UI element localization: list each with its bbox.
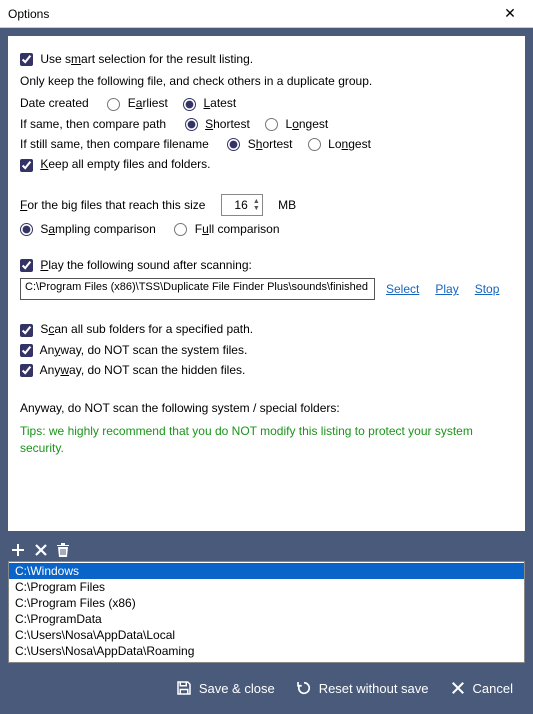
keep-empty-checkbox-label[interactable]: Keep all empty files and folders. [20,157,210,171]
options-panel: Use smart selection for the result listi… [8,36,525,531]
close-icon[interactable]: ✕ [495,5,525,22]
date-earliest-radio-label[interactable]: Earliest [107,96,167,110]
reset-button[interactable]: Reset without save [289,675,435,701]
scan-hid-checkbox[interactable] [20,364,33,377]
list-item[interactable]: C:\ProgramData [9,611,524,627]
scan-sub-checkbox[interactable] [20,324,33,337]
date-created-row: Date created Earliest Latest [20,96,513,110]
fname-longest-radio[interactable] [308,138,321,151]
stop-sound-link[interactable]: Stop [475,282,500,296]
fname-shortest-radio[interactable] [227,138,240,151]
cancel-button[interactable]: Cancel [443,675,519,701]
path-longest-radio[interactable] [265,118,278,131]
save-icon [175,679,193,697]
path-shortest-radio[interactable] [185,118,198,131]
save-close-button[interactable]: Save & close [169,675,281,701]
title-bar: Options ✕ [0,0,533,28]
list-item[interactable]: C:\Windows [9,563,524,579]
reset-icon [295,679,313,697]
date-latest-radio[interactable] [183,98,196,111]
sampling-radio[interactable] [20,223,33,236]
play-sound-row: Play the following sound after scanning: [20,258,513,272]
fname-shortest-radio-label[interactable]: Shortest [227,137,292,151]
date-earliest-radio[interactable] [107,98,120,111]
big-file-label: For the big files that reach this size [20,198,205,212]
select-sound-link[interactable]: Select [386,282,419,296]
filename-label: If still same, then compare filename [20,137,209,151]
exclude-toolbar [0,539,533,561]
scan-sys-checkbox-label[interactable]: Anyway, do NOT scan the system files. [20,343,247,357]
scan-sys-row: Anyway, do NOT scan the system files. [20,343,513,357]
list-item[interactable]: C:\Users\Nosa\AppData\Local [9,627,524,643]
comparison-row: Sampling comparison Full comparison [20,222,513,236]
keep-desc: Only keep the following file, and check … [20,74,513,88]
list-item[interactable]: C:\Program Files [9,579,524,595]
spinner-icon[interactable]: ▲▼ [253,198,260,212]
big-file-row: For the big files that reach this size ▲… [20,194,513,216]
scan-hid-row: Anyway, do NOT scan the hidden files. [20,363,513,377]
cancel-icon [449,679,467,697]
play-sound-link[interactable]: Play [435,282,458,296]
scan-sys-checkbox[interactable] [20,344,33,357]
play-sound-checkbox-label[interactable]: Play the following sound after scanning: [20,258,252,272]
keep-empty-checkbox[interactable] [20,159,33,172]
date-latest-radio-label[interactable]: Latest [183,96,236,110]
fname-longest-radio-label[interactable]: Longest [308,137,371,151]
play-sound-checkbox[interactable] [20,259,33,272]
window-title: Options [8,7,49,21]
smart-selection-checkbox-label[interactable]: Use smart selection for the result listi… [20,52,253,66]
scan-hid-checkbox-label[interactable]: Anyway, do NOT scan the hidden files. [20,363,245,377]
big-file-size-field[interactable] [224,198,248,212]
sampling-radio-label[interactable]: Sampling comparison [20,222,156,236]
sound-path-row: C:\Program Files (x86)\TSS\Duplicate Fil… [20,278,513,300]
scan-sub-checkbox-label[interactable]: Scan all sub folders for a specified pat… [20,322,253,336]
scan-sub-row: Scan all sub folders for a specified pat… [20,322,513,336]
remove-icon[interactable] [34,543,48,557]
list-item[interactable]: C:\Program Files (x86) [9,595,524,611]
keep-empty-row: Keep all empty files and folders. [20,157,513,171]
exclude-tip: Tips: we highly recommend that you do NO… [20,423,513,457]
path-shortest-radio-label[interactable]: Shortest [185,117,250,131]
full-radio-label[interactable]: Full comparison [174,222,279,236]
footer: Save & close Reset without save Cancel [0,663,533,713]
path-longest-radio-label[interactable]: Longest [265,117,328,131]
path-label: If same, then compare path [20,117,166,131]
trash-icon[interactable] [56,542,70,558]
big-file-unit: MB [278,198,296,212]
add-icon[interactable] [10,542,26,558]
date-created-label: Date created [20,96,89,110]
list-item[interactable]: C:\Users\Nosa\AppData\Roaming [9,643,524,659]
filename-row: If still same, then compare filename Sho… [20,137,513,151]
smart-selection-checkbox[interactable] [20,53,33,66]
full-radio[interactable] [174,223,187,236]
sound-path-input[interactable]: C:\Program Files (x86)\TSS\Duplicate Fil… [20,278,375,300]
exclude-heading: Anyway, do NOT scan the following system… [20,401,513,415]
big-file-size-input[interactable]: ▲▼ [221,194,263,216]
exclude-list[interactable]: C:\WindowsC:\Program FilesC:\Program Fil… [8,561,525,663]
path-row: If same, then compare path Shortest Long… [20,117,513,131]
smart-selection-row: Use smart selection for the result listi… [20,52,513,66]
